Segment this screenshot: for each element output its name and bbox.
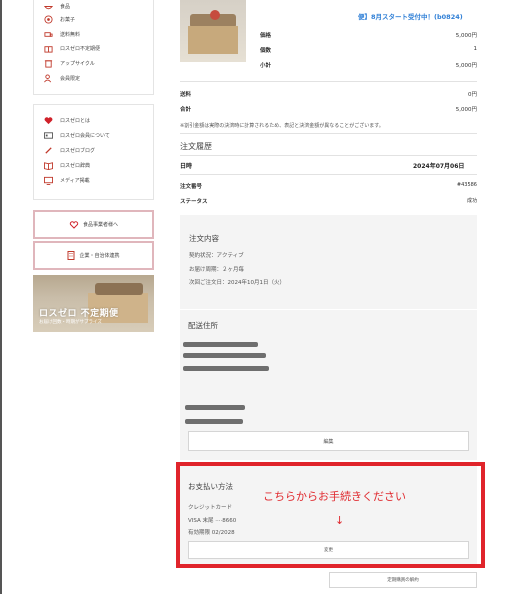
subtotal-value: 5,000円: [455, 63, 477, 69]
card-icon: [44, 131, 53, 140]
irregular-delivery-banner[interactable]: ロスゼロ 不定期便 お届け回数・時期がサプライズ: [33, 275, 154, 332]
sidebar-item-label: メディア掲載: [60, 177, 90, 184]
redacted-email: [185, 419, 243, 424]
sidebar-item-free-shipping[interactable]: 送料無料: [44, 28, 80, 40]
sweets-icon: [44, 14, 53, 24]
next-order-date: 次回ご注文日：2024年10月1日（火）: [189, 280, 285, 286]
heart-icon: [44, 116, 53, 125]
sidebar-item-label: 会員限定: [60, 75, 81, 82]
sidebar-item-upcycle[interactable]: アップサイクル: [44, 57, 95, 69]
sidebar-item-label: 食品: [60, 3, 71, 10]
highlight-annotation-box: [176, 462, 485, 568]
total-value: 5,000円: [455, 107, 477, 113]
sidebar-item-blog[interactable]: ロスゼロブログ: [44, 144, 95, 156]
monitor-icon: [44, 176, 53, 185]
status-label: ステータス: [180, 199, 208, 205]
sidebar-item-label: ロスゼロブログ: [60, 147, 96, 154]
truck-icon: [44, 30, 53, 39]
divider: [180, 133, 477, 134]
corporate-partnership-label: 企業・自治体連携: [79, 253, 120, 259]
subtotal-label: 小計: [260, 63, 272, 69]
redacted-address-line: [183, 366, 269, 371]
price-value: 5,000円: [455, 33, 477, 39]
sidebar-item-label: ロスゼロ会員について: [60, 132, 110, 139]
discount-note: ※割引金額は実際の決済時に計算されるため、表記と決済金額が異なることがございます…: [180, 123, 384, 129]
banner-subtitle: お届け回数・時期がサプライズ: [39, 320, 102, 325]
order-date-value: 2024年07月06日: [413, 163, 465, 170]
sidebar-item-irregular-delivery[interactable]: ロスゼロ不定期便: [44, 42, 100, 54]
quantity-value: 1: [473, 46, 478, 52]
price-label: 価格: [260, 33, 272, 39]
divider: [180, 155, 477, 156]
redacted-phone: [185, 405, 245, 410]
window-left-border: [0, 0, 2, 594]
sidebar-item-food[interactable]: 食品: [44, 0, 70, 12]
sidebar-item-label: お菓子: [60, 16, 76, 23]
sidebar-item-about[interactable]: ロスゼロとは: [44, 114, 90, 126]
shipping-address-panel: 配送住所 編集: [180, 310, 477, 460]
sidebar-item-sweets[interactable]: お菓子: [44, 13, 75, 25]
sidebar-item-membership[interactable]: ロスゼロ会員について: [44, 129, 110, 141]
annotation-message: こちらからお手続きください: [263, 490, 406, 503]
annotation-arrow: ↓: [335, 514, 345, 527]
sidebar-item-members-only[interactable]: 会員限定: [44, 72, 80, 84]
order-date-label: 日時: [180, 163, 193, 170]
banner-snacks-image: [95, 283, 143, 295]
sidebar-item-label: ロスゼロとは: [60, 117, 91, 124]
divider: [180, 174, 477, 175]
quantity-label: 個数: [260, 48, 272, 54]
order-contents-title: 注文内容: [189, 234, 219, 243]
sidebar-item-media[interactable]: メディア掲載: [44, 174, 90, 186]
food-business-button[interactable]: 食品事業者様へ: [33, 210, 154, 239]
delivery-cycle: お届け周期：２ヶ月毎: [189, 267, 245, 273]
banner-title: ロスゼロ 不定期便: [39, 309, 119, 319]
sidebar-item-label: ロスゼロ不定期便: [60, 45, 101, 52]
redacted-address-line: [183, 353, 266, 358]
recycle-icon: [44, 59, 53, 68]
order-history-heading: 注文履歴: [180, 142, 212, 151]
sidebar-item-label: ロスゼロ辞典: [60, 162, 91, 169]
order-number-value: #43586: [456, 182, 477, 188]
gift-box-icon: [44, 44, 53, 53]
total-label: 合計: [180, 107, 192, 113]
product-title-link[interactable]: 便】8月スタート受付中！(b0824): [358, 11, 463, 21]
order-number-label: 注文番号: [180, 184, 203, 190]
sidebar-info-menu: ロスゼロとは ロスゼロ会員について ロスゼロブログ ロスゼロ辞典 メディア掲載: [33, 104, 154, 200]
book-icon: [44, 161, 53, 170]
heart-hands-icon: [69, 220, 79, 229]
shipping-fee-value: 0円: [468, 92, 477, 98]
redacted-name: [183, 342, 258, 347]
sidebar-category-menu: 食品 お菓子 送料無料 ロスゼロ不定期便 アップサイクル 会員限定: [33, 0, 154, 95]
member-icon: [44, 73, 53, 83]
cancel-subscription-button[interactable]: 定期購買の解約: [329, 572, 477, 588]
product-image: [180, 0, 246, 62]
shipping-address-title: 配送住所: [188, 321, 218, 330]
status-value: 成功: [466, 198, 477, 204]
edit-address-button[interactable]: 編集: [188, 431, 469, 451]
divider: [180, 81, 477, 82]
sidebar-item-label: 送料無料: [60, 31, 81, 38]
corporate-partnership-button[interactable]: 企業・自治体連携: [33, 241, 154, 270]
pen-icon: [44, 146, 53, 155]
bowl-icon: [44, 2, 53, 11]
sidebar-item-label: アップサイクル: [60, 60, 95, 67]
shipping-fee-label: 送料: [180, 92, 192, 98]
order-contents-panel: 注文内容 契約状況：アクティブ お届け周期：２ヶ月毎 次回ご注文日：2024年1…: [180, 215, 477, 309]
sidebar-item-dictionary[interactable]: ロスゼロ辞典: [44, 159, 90, 171]
food-business-button-label: 食品事業者様へ: [82, 222, 118, 228]
building-icon: [67, 251, 75, 260]
contract-status: 契約状況：アクティブ: [189, 253, 244, 259]
